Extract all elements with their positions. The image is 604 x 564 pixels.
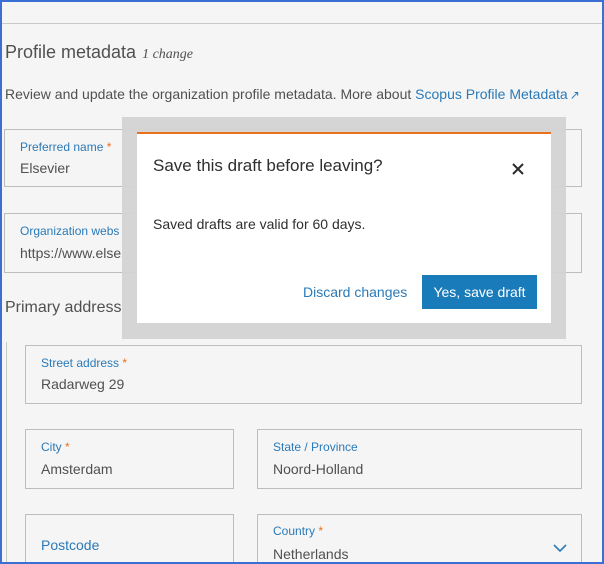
city-label: City * [41, 440, 70, 454]
country-label-text: Country [273, 524, 316, 538]
country-label: Country * [273, 524, 323, 538]
description-text: Review and update the organization profi… [5, 86, 416, 102]
required-marker: * [65, 440, 70, 454]
required-marker: * [122, 356, 128, 370]
street-address-label-text: Street address [41, 356, 120, 370]
street-address-label: Street address * [41, 356, 127, 370]
page-title-text: Profile metadata [5, 42, 137, 62]
city-value: Amsterdam [41, 461, 113, 477]
page-description: Review and update the organization profi… [5, 86, 580, 102]
dialog-body: Saved drafts are valid for 60 days. [153, 216, 366, 232]
save-draft-dialog: Save this draft before leaving? Saved dr… [137, 132, 551, 323]
preferred-name-value: Elsevier [20, 160, 70, 176]
page-frame: Profile metadata 1 change Review and upda… [0, 0, 604, 564]
state-field[interactable]: State / Province Noord-Holland [257, 429, 582, 489]
street-address-field[interactable]: Street address * Radarweg 29 [25, 345, 582, 404]
website-value: https://www.else [20, 245, 122, 261]
chevron-down-icon[interactable] [553, 543, 567, 553]
postcode-field[interactable]: Postcode [25, 514, 234, 562]
state-value: Noord-Holland [273, 461, 364, 477]
close-icon[interactable] [511, 162, 525, 176]
section-border [6, 342, 7, 562]
external-link-icon: ↗ [569, 88, 580, 102]
page-title: Profile metadata 1 change [5, 42, 193, 63]
metadata-link[interactable]: Scopus Profile Metadata [415, 86, 568, 102]
required-marker: * [318, 524, 324, 538]
country-select[interactable]: Country * Netherlands [257, 514, 582, 562]
website-label: Organization webs [20, 224, 120, 238]
divider [2, 23, 602, 24]
preferred-name-label: Preferred name * [20, 140, 111, 154]
primary-address-title: Primary address [5, 299, 122, 316]
preferred-name-label-text: Preferred name [20, 140, 104, 154]
dialog-title: Save this draft before leaving? [153, 156, 383, 175]
discard-changes-button[interactable]: Discard changes [303, 284, 407, 300]
postcode-label: Postcode [41, 537, 100, 553]
state-label: State / Province [273, 440, 358, 454]
city-field[interactable]: City * Amsterdam [25, 429, 234, 489]
save-draft-button[interactable]: Yes, save draft [422, 275, 537, 309]
city-label-text: City [41, 440, 62, 454]
required-marker: * [106, 140, 112, 154]
change-count: 1 change [142, 47, 194, 62]
street-address-value: Radarweg 29 [41, 376, 125, 392]
country-value: Netherlands [273, 546, 349, 562]
